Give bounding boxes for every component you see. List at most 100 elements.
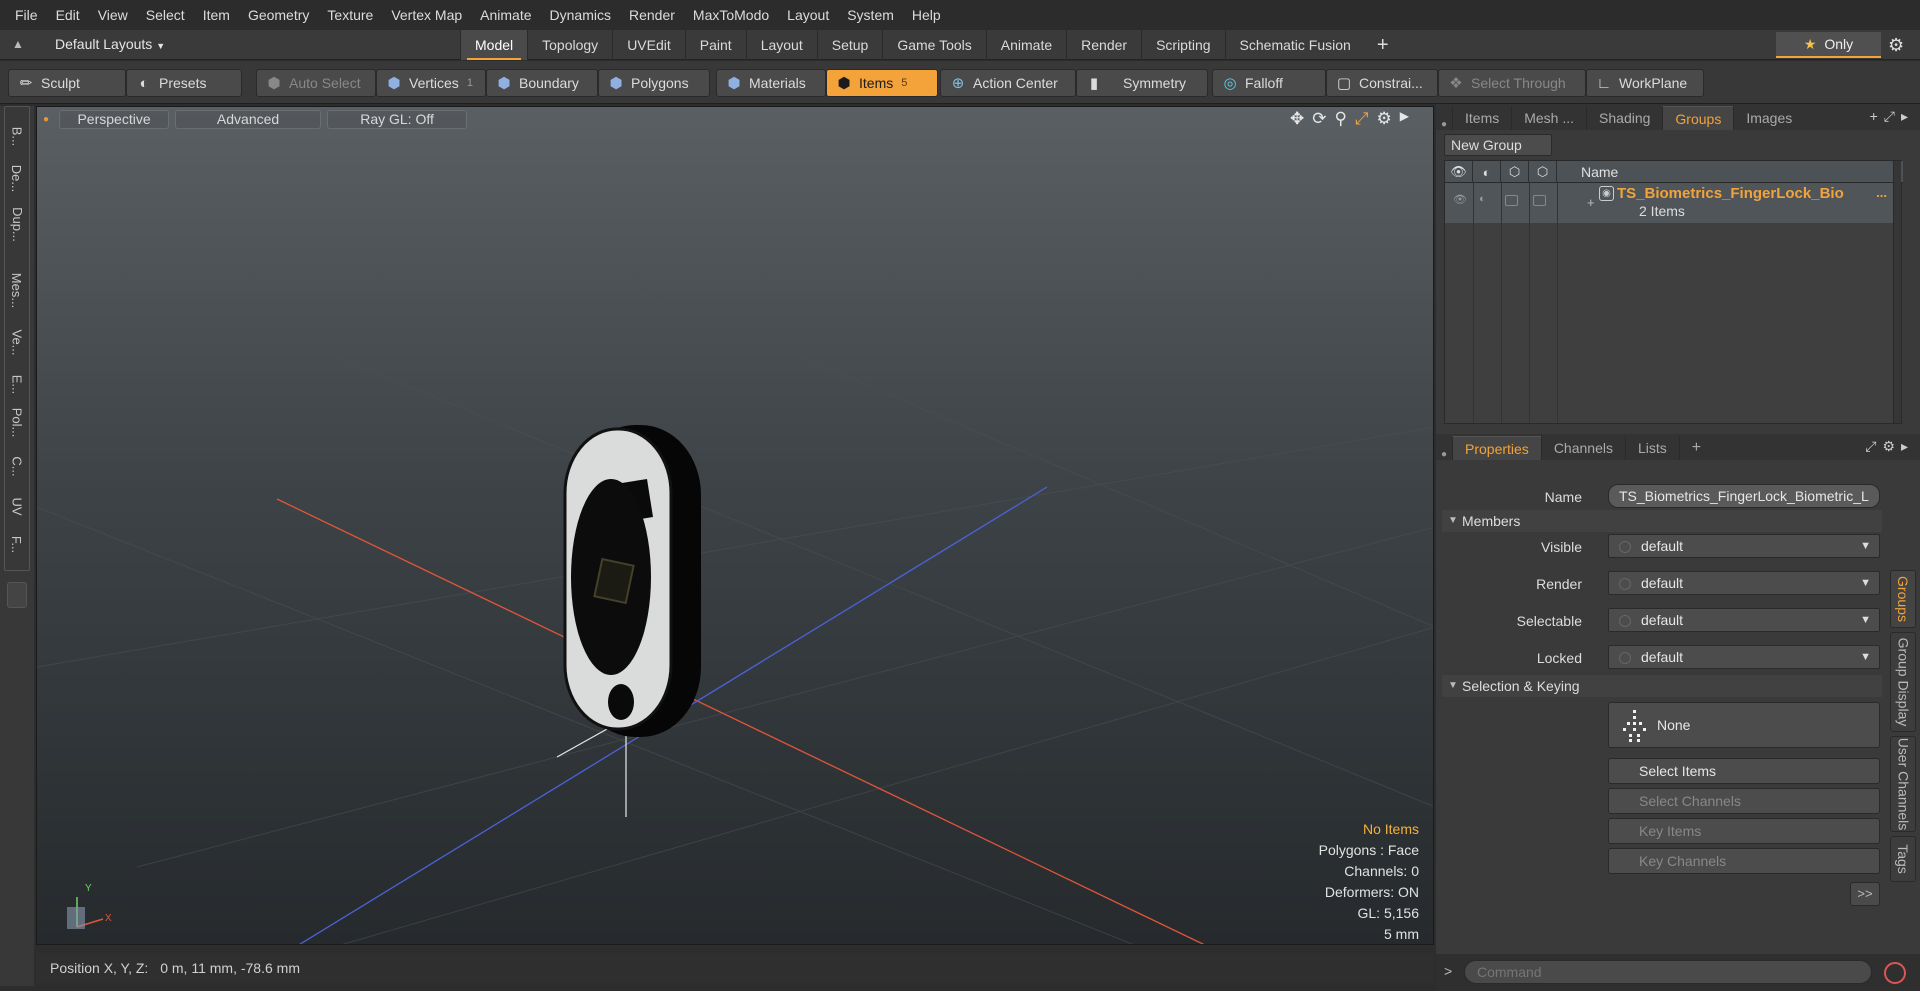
tab-model[interactable]: Model [460, 30, 528, 60]
rotate-icon[interactable]: ⟳ [1312, 109, 1326, 129]
tab-images[interactable]: Images [1733, 106, 1804, 130]
shading-dropdown[interactable]: Advanced [175, 109, 322, 129]
menu-help[interactable]: Help [903, 0, 950, 30]
vtab-user-channels[interactable]: User Channels [1890, 736, 1916, 832]
tab-game-tools[interactable]: Game Tools [882, 30, 985, 60]
symmetry-button[interactable]: ▮ Symmetry [1076, 69, 1208, 97]
left-tab-fusion[interactable]: F... [0, 534, 34, 554]
left-tab-duplicate[interactable]: Dup... [0, 207, 34, 242]
tab-paint[interactable]: Paint [684, 30, 746, 60]
command-input[interactable] [1464, 960, 1872, 984]
group-row[interactable]: 👁 ◐ + ◉ TS_Biometrics_FingerLock_Bio ...… [1445, 183, 1895, 223]
action-center-button[interactable]: ⊕ Action Center [940, 69, 1076, 97]
layout-dropdown[interactable]: Default Layouts ▼ [55, 36, 165, 52]
view-mode-dropdown[interactable]: Perspective [59, 109, 170, 129]
panel-menu-icon[interactable]: ● [1436, 119, 1452, 130]
left-tab-polygon[interactable]: Pol... [0, 407, 34, 437]
menu-texture[interactable]: Texture [318, 0, 382, 30]
tab-mesh[interactable]: Mesh ... [1511, 106, 1586, 130]
tab-items[interactable]: Items [1452, 106, 1511, 130]
new-group-button[interactable]: New Group [1444, 134, 1552, 156]
menu-dynamics[interactable]: Dynamics [541, 0, 620, 30]
eye-icon[interactable]: 👁 [1445, 161, 1473, 183]
menu-select[interactable]: Select [137, 0, 194, 30]
polygons-button[interactable]: ⬢ Polygons [598, 69, 710, 97]
select-through-button[interactable]: ❖ Select Through [1438, 69, 1586, 97]
menu-animate[interactable]: Animate [471, 0, 540, 30]
pan-icon[interactable]: ✥ [1290, 109, 1304, 129]
constraints-button[interactable]: ▢ Constrai... [1326, 69, 1438, 97]
left-tab-basic[interactable]: B... [0, 126, 34, 146]
left-tab-edge[interactable]: E... [0, 374, 34, 394]
tab-setup[interactable]: Setup [816, 30, 883, 60]
properties-panel-controls[interactable]: ⤢⚙▸ [1865, 438, 1914, 455]
select-icon[interactable]: ⬡ [1529, 161, 1557, 183]
gear-icon[interactable]: ⚙ [1888, 35, 1904, 56]
add-tab-icon[interactable]: + [1365, 30, 1401, 60]
materials-button[interactable]: ⬢ Materials [716, 69, 826, 97]
left-tab-vertex[interactable]: Ve... [0, 329, 34, 355]
left-tab-uv[interactable]: UV [0, 496, 34, 516]
menu-geometry[interactable]: Geometry [239, 0, 318, 30]
lock-icon[interactable]: ⬡ [1501, 161, 1529, 183]
left-tab-curve[interactable]: C... [0, 456, 34, 476]
auto-select-button[interactable]: ⬢ Auto Select [256, 69, 376, 97]
more-button[interactable]: >> [1850, 882, 1880, 906]
members-section-header[interactable]: ▼ Members [1442, 510, 1882, 532]
tab-channels[interactable]: Channels [1540, 436, 1625, 460]
boundary-button[interactable]: ⬢ Boundary [486, 69, 598, 97]
key-channels-button[interactable]: Key Channels [1608, 848, 1880, 874]
name-column-header[interactable]: Name [1581, 161, 1618, 183]
tab-uvedit[interactable]: UVEdit [612, 30, 685, 60]
vtab-groups[interactable]: Groups [1890, 570, 1916, 628]
presets-button[interactable]: ◐ Presets [126, 69, 242, 97]
tab-render[interactable]: Render [1066, 30, 1141, 60]
items-button[interactable]: ⬢ Items 5 [826, 69, 938, 97]
tab-schematic-fusion[interactable]: Schematic Fusion [1224, 30, 1365, 60]
viewport-more-icon[interactable]: ▶ [1400, 109, 1409, 129]
menu-maxtomodo[interactable]: MaxToModo [684, 0, 778, 30]
record-icon[interactable] [1884, 962, 1906, 984]
visible-dropdown[interactable]: default ▼ [1608, 534, 1880, 558]
left-strip-toggle-button[interactable] [7, 582, 27, 608]
render-icon[interactable]: ◐ [1473, 161, 1501, 183]
select-channels-button[interactable]: Select Channels [1608, 788, 1880, 814]
row-visible-icon[interactable]: 👁 [1453, 193, 1467, 206]
zoom-icon[interactable]: ⚲ [1334, 109, 1346, 129]
workplane-button[interactable]: ∟ WorkPlane [1586, 69, 1704, 97]
raygl-dropdown[interactable]: Ray GL: Off [327, 109, 468, 129]
tab-scripting[interactable]: Scripting [1141, 30, 1224, 60]
menu-file[interactable]: File [6, 0, 47, 30]
row-render-icon[interactable]: ◐ [1479, 193, 1486, 205]
locked-dropdown[interactable]: default ▼ [1608, 645, 1880, 669]
tab-shading[interactable]: Shading [1586, 106, 1662, 130]
vtab-tags[interactable]: Tags [1890, 836, 1916, 882]
properties-menu-icon[interactable]: ● [1436, 449, 1452, 460]
menu-item[interactable]: Item [194, 0, 239, 30]
key-items-button[interactable]: Key Items [1608, 818, 1880, 844]
expand-plus-icon[interactable]: + [1587, 195, 1595, 210]
vtab-group-display[interactable]: Group Display [1890, 632, 1916, 732]
maximize-icon[interactable]: ⤢ [1355, 109, 1369, 129]
panel-controls[interactable]: +⤢▸ [1870, 108, 1914, 125]
tab-properties[interactable]: Properties [1452, 436, 1541, 460]
menu-edit[interactable]: Edit [47, 0, 89, 30]
selection-set-none-button[interactable]: None [1608, 702, 1880, 748]
name-field[interactable]: TS_Biometrics_FingerLock_Biometric_L [1608, 484, 1880, 508]
sculpt-button[interactable]: ✏ Sculpt [8, 69, 126, 97]
tab-animate[interactable]: Animate [985, 30, 1066, 60]
menu-vertex-map[interactable]: Vertex Map [382, 0, 471, 30]
render-dropdown[interactable]: default ▼ [1608, 571, 1880, 595]
tab-lists[interactable]: Lists [1624, 436, 1679, 460]
3d-viewport[interactable]: Y X ● Perspective Advanced Ray GL: Off ✥… [36, 106, 1434, 945]
groups-scrollbar[interactable] [1893, 161, 1901, 423]
select-items-button[interactable]: Select Items [1608, 758, 1880, 784]
vertices-button[interactable]: ⬢ Vertices 1 [376, 69, 486, 97]
tab-groups[interactable]: Groups [1662, 106, 1734, 130]
menu-system[interactable]: System [838, 0, 903, 30]
only-button[interactable]: ★ Only [1776, 32, 1881, 58]
collapse-up-icon[interactable]: ▲ [12, 37, 24, 51]
selectable-dropdown[interactable]: default ▼ [1608, 608, 1880, 632]
menu-view[interactable]: View [89, 0, 137, 30]
left-tab-mesh-edit[interactable]: Mes... [0, 272, 34, 307]
